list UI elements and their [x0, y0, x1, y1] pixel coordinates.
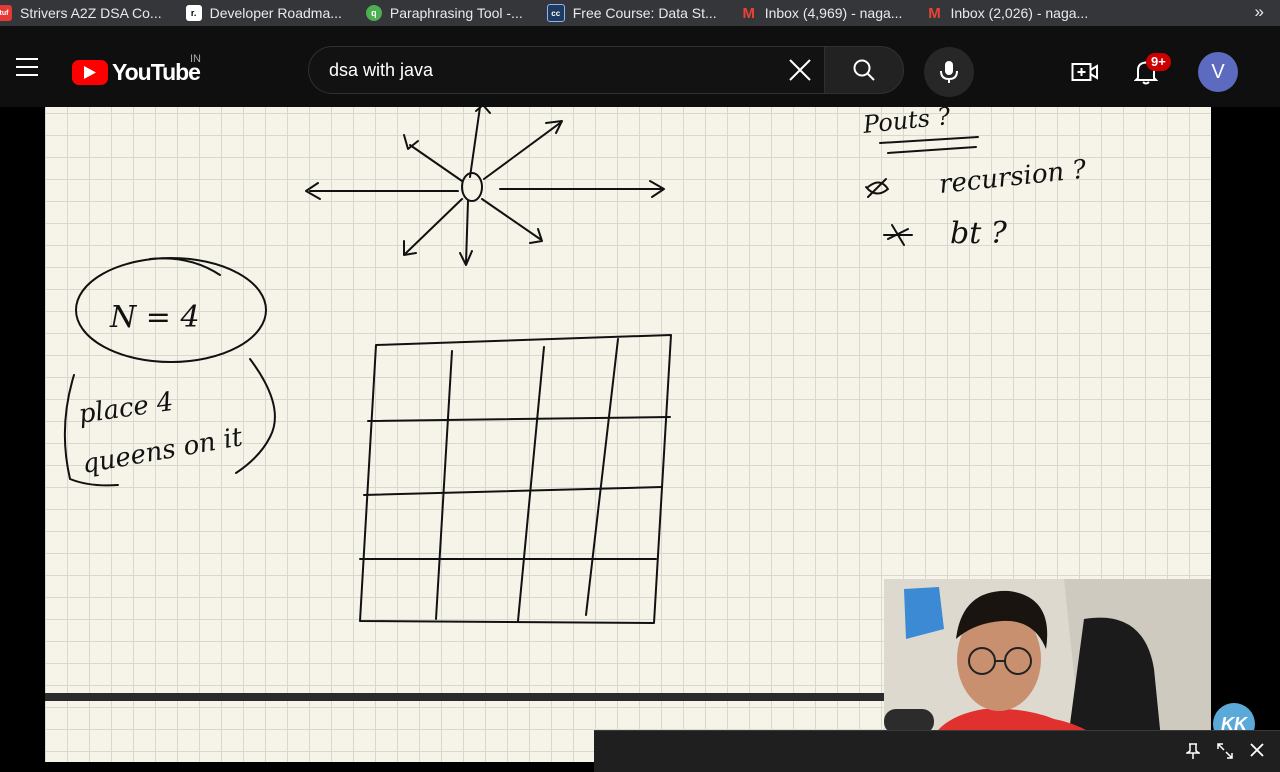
bookmark-label: Developer Roadma... [209, 5, 342, 21]
n-equals-4-label: N = 4 [109, 300, 200, 335]
bookmark-label: Inbox (4,969) - naga... [764, 5, 903, 21]
arrow-up-left [403, 134, 463, 182]
arrow-up-right [483, 120, 563, 180]
youtube-logo[interactable]: YouTube [72, 59, 201, 86]
clear-search-icon[interactable] [780, 50, 820, 90]
bookmark-free-course[interactable]: cc Free Course: Data St... [546, 0, 717, 26]
search-input[interactable]: dsa with java [308, 46, 824, 94]
board-vline-3 [585, 338, 619, 616]
menu-icon[interactable] [16, 58, 38, 76]
bookmark-roadmap[interactable]: r. Developer Roadma... [185, 0, 342, 26]
bookmark-inbox-1[interactable]: M Inbox (4,969) - naga... [741, 0, 903, 26]
queen-circle [461, 172, 483, 202]
bookmark-label: Strivers A2Z DSA Co... [20, 5, 162, 21]
arrow-up [469, 107, 491, 178]
search-bar: dsa with java [308, 46, 904, 96]
bracket-right [235, 358, 276, 474]
search-icon [853, 59, 875, 81]
board-hline-2 [363, 486, 663, 496]
bookmark-label: Inbox (2,026) - naga... [950, 5, 1089, 21]
board-vline-1 [435, 350, 453, 620]
note-recursion: recursion ? [938, 155, 1089, 200]
bookmarks-overflow-button[interactable]: » [1255, 0, 1264, 26]
place-queens-line-2: queens on it [80, 422, 245, 480]
youtube-header: YouTube IN dsa with java 9+ V [0, 26, 1280, 107]
close-icon[interactable] [1248, 743, 1266, 761]
board-hline-1 [367, 416, 671, 422]
notification-badge: 9+ [1146, 53, 1171, 71]
avatar[interactable]: V [1198, 52, 1238, 92]
place-queens-line-1: place 4 [77, 387, 175, 430]
arrow-down-left [403, 198, 463, 256]
youtube-play-icon [72, 60, 108, 85]
note-bt: bt ? [950, 216, 1008, 251]
video-camera-plus-icon [1071, 63, 1098, 81]
search-button[interactable] [824, 46, 904, 94]
arrow-right [499, 180, 665, 198]
board-outline [359, 334, 672, 624]
cc-icon: cc [546, 4, 565, 22]
arrow-down [459, 200, 473, 266]
bookmark-inbox-2[interactable]: M Inbox (2,026) - naga... [926, 0, 1088, 26]
quillbot-icon: q [365, 5, 382, 21]
logo-text: YouTube [112, 59, 201, 85]
bookmark-striver[interactable]: tuf Strivers A2Z DSA Co... [0, 0, 162, 26]
search-query: dsa with java [329, 59, 434, 80]
country-code: IN [190, 53, 201, 65]
microphone-icon [940, 61, 958, 83]
note-points: Pouts ? [861, 107, 952, 139]
arrow-down-right [481, 198, 543, 244]
voice-search-button[interactable] [924, 47, 974, 97]
board-vline-2 [517, 346, 545, 622]
roadmap-icon: r. [185, 5, 202, 21]
create-video-button[interactable] [1066, 56, 1104, 88]
bookmark-label: Paraphrasing Tool -... [389, 5, 523, 21]
bookmarks-bar: tuf Strivers A2Z DSA Co... r. Developer … [0, 0, 1280, 26]
pin-icon[interactable] [1184, 743, 1202, 761]
bookmark-paraphrasing[interactable]: q Paraphrasing Tool -... [365, 0, 523, 26]
video-player[interactable]: Pouts ? recursion ? bt ? N = 4 place 4 q… [0, 107, 1280, 772]
gmail-icon: M [928, 4, 941, 22]
tuf-icon: tuf [0, 5, 12, 21]
expand-icon[interactable] [1216, 743, 1234, 761]
arrow-left [305, 182, 459, 200]
bookmark-label: Free Course: Data St... [572, 5, 717, 21]
gmail-icon: M [742, 4, 755, 22]
mini-player-bar [594, 730, 1280, 772]
